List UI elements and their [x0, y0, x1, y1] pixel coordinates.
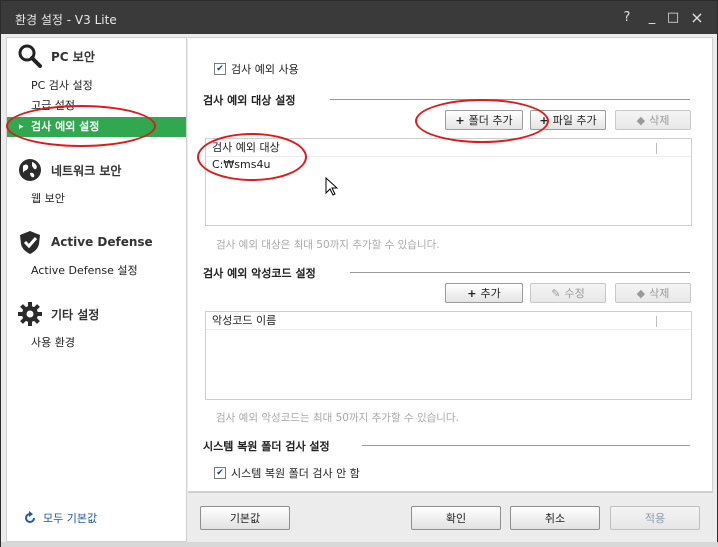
title-bar: 환경 설정 - V3 Lite ? _ □ ×	[1, 1, 717, 34]
window-title: 환경 설정 - V3 Lite	[15, 13, 117, 27]
sidebar-item-label: 검사 예외 설정	[31, 120, 100, 133]
group-pc-security: PC 보안	[17, 42, 95, 70]
ok-button[interactable]: 확인	[411, 506, 501, 530]
button-label: 파일 추가	[552, 114, 597, 127]
sidebar-item-web-security[interactable]: 웹 보안	[7, 189, 186, 209]
checkbox-label: 시스템 복원 폴더 검사 안 함	[231, 467, 360, 480]
column-separator	[656, 143, 657, 154]
group-label: 기타 설정	[51, 307, 100, 322]
plus-icon: +	[539, 113, 549, 127]
magnifier-icon	[18, 44, 42, 68]
arrow-right-icon: ▸	[19, 122, 24, 132]
cancel-button[interactable]: 취소	[510, 506, 600, 530]
close-button[interactable]: ×	[687, 8, 707, 28]
sidebar-item-advanced[interactable]: 고급 설정	[7, 96, 186, 116]
group-label: 네트워크 보안	[51, 163, 122, 178]
group-active-defense: Active Defense	[17, 228, 153, 256]
malware-hint: 검사 예외 악성코드는 최대 50까지 추가할 수 있습니다.	[216, 412, 459, 424]
settings-window: 환경 설정 - V3 Lite ? _ □ × PC 보안 PC 검사 설정 고…	[0, 0, 718, 547]
reset-all-label: 모두 기본값	[43, 512, 98, 525]
group-other-settings: 기타 설정	[17, 300, 99, 328]
taskbar-strip	[1, 542, 718, 547]
refresh-icon	[25, 511, 35, 523]
plus-icon: +	[455, 113, 465, 127]
delete-target-button[interactable]: ◆ 삭제	[615, 110, 691, 130]
malware-list-header: 악성코드 이름	[206, 312, 691, 330]
column-header: 검사 예외 대상	[212, 141, 280, 154]
dialog-footer: 기본값 확인 취소 적용	[188, 492, 713, 542]
edit-malware-button[interactable]: ✎ 수정	[530, 283, 606, 303]
column-header: 악성코드 이름	[212, 314, 277, 327]
plus-icon: +	[467, 286, 477, 300]
apply-button[interactable]: 적용	[610, 506, 700, 530]
target-list-header: 검사 예외 대상	[206, 139, 691, 157]
group-label: PC 보안	[51, 49, 95, 64]
defaults-button[interactable]: 기본값	[200, 506, 290, 530]
mouse-cursor-icon	[325, 177, 339, 196]
section-divider	[350, 272, 690, 273]
checkbox-checked-icon: ✔	[214, 467, 226, 479]
malware-section-title: 검사 예외 악성코드 설정	[203, 267, 316, 280]
reset-all-link[interactable]: 모두 기본값	[23, 510, 97, 526]
minimize-button[interactable]: _	[642, 8, 662, 28]
pencil-icon: ✎	[551, 286, 561, 300]
skip-restore-folder-checkbox[interactable]: ✔ 시스템 복원 폴더 검사 안 함	[214, 465, 360, 481]
shield-check-icon	[20, 231, 40, 254]
targets-hint: 검사 예외 대상은 최대 50까지 추가할 수 있습니다.	[216, 239, 440, 251]
delete-malware-button[interactable]: ◆ 삭제	[615, 283, 691, 303]
list-item[interactable]: C:₩sms4u	[206, 157, 691, 173]
target-list[interactable]: 검사 예외 대상 C:₩sms4u	[205, 138, 692, 226]
sidebar-item-scan-exclusion[interactable]: ▸ 검사 예외 설정	[7, 117, 186, 137]
malware-list[interactable]: 악성코드 이름	[205, 311, 692, 400]
section-divider	[330, 99, 690, 100]
help-button[interactable]: ?	[617, 8, 637, 28]
globe-icon	[19, 159, 41, 181]
eraser-icon: ◆	[636, 113, 646, 127]
restore-section-title: 시스템 복원 폴더 검사 설정	[203, 440, 330, 453]
add-folder-button[interactable]: + 폴더 추가	[445, 110, 523, 130]
gear-icon	[18, 302, 42, 326]
sidebar-item-environment[interactable]: 사용 환경	[7, 333, 186, 353]
checkbox-checked-icon: ✔	[214, 63, 226, 75]
sidebar-item-pc-scan[interactable]: PC 검사 설정	[7, 76, 186, 96]
column-separator	[656, 316, 657, 327]
button-label: 추가	[480, 287, 501, 300]
maximize-button[interactable]: □	[663, 8, 683, 28]
sidebar: PC 보안 PC 검사 설정 고급 설정 ▸ 검사 예외 설정 네트워크 보안 …	[6, 37, 187, 542]
checkbox-label: 검사 예외 사용	[231, 63, 299, 76]
button-label: 폴더 추가	[468, 114, 513, 127]
main-panel: ✔ 검사 예외 사용 검사 예외 대상 설정 + 폴더 추가 + 파일 추가 ◆…	[188, 37, 713, 492]
add-file-button[interactable]: + 파일 추가	[530, 110, 606, 130]
group-network-security: 네트워크 보안	[17, 156, 121, 184]
button-label: 삭제	[649, 287, 670, 300]
group-label: Active Defense	[51, 235, 153, 249]
button-label: 삭제	[649, 114, 670, 127]
exclusion-enabled-checkbox[interactable]: ✔ 검사 예외 사용	[214, 61, 299, 77]
eraser-icon: ◆	[636, 286, 646, 300]
add-malware-button[interactable]: + 추가	[445, 283, 523, 303]
sidebar-item-active-defense-settings[interactable]: Active Defense 설정	[7, 261, 186, 281]
section-divider	[362, 445, 690, 446]
targets-section-title: 검사 예외 대상 설정	[203, 94, 296, 107]
button-label: 수정	[564, 287, 585, 300]
